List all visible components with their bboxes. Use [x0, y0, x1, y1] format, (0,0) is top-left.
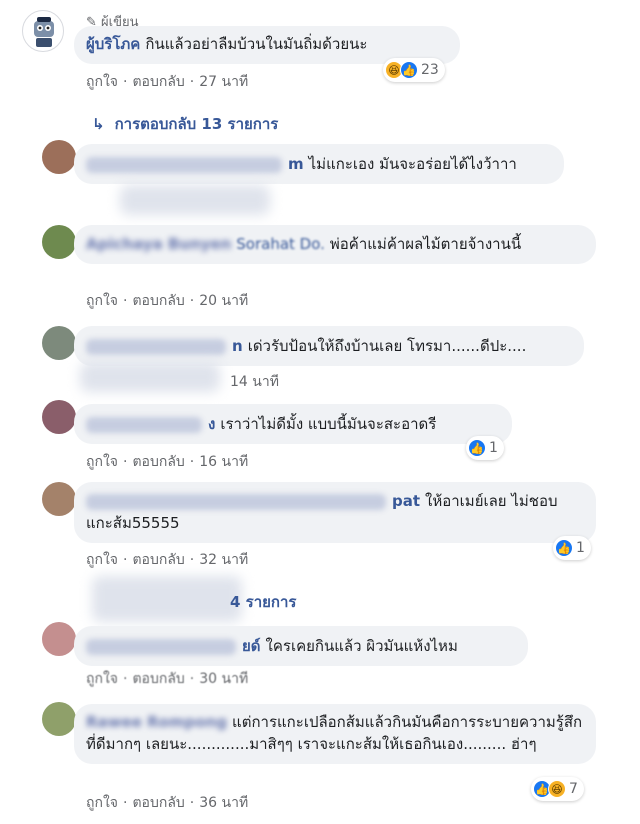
author-redacted [86, 156, 282, 173]
comment-time[interactable]: 14 นาที [230, 374, 279, 390]
reply-link[interactable]: ตอบกลับ [132, 454, 184, 470]
comment-actions: ถูกใจ · ตอบกลับ · 36 นาที [86, 795, 249, 811]
redaction-overlay [80, 362, 220, 392]
reply-link[interactable]: ตอบกลับ [132, 795, 184, 811]
comment-bubble: ง เราว่าไม่ดีมั้ง แบบนี้มันจะสะอาดรี [74, 404, 512, 444]
comment-actions: ถูกใจ · ตอบกลับ · 30 นาที [86, 671, 249, 687]
comment-author[interactable]: ง [208, 415, 215, 433]
comment-time[interactable]: 30 นาที [199, 671, 248, 687]
comment-author[interactable]: ยด์ [242, 637, 261, 655]
like-link[interactable]: ถูกใจ [86, 454, 118, 470]
reaction-count: 1 [489, 440, 498, 456]
redaction-overlay [92, 576, 242, 622]
comment-actions: ถูกใจ · ตอบกลับ · 27 นาที [86, 74, 249, 90]
comment-time[interactable]: 27 นาที [199, 74, 248, 90]
comment-bubble: n เด่วรับป้อนให้ถึงบ้านเลย โทรมา......ดีป… [74, 326, 584, 366]
avatar[interactable] [42, 702, 76, 736]
comment-author[interactable]: m [288, 155, 304, 173]
avatar[interactable] [42, 326, 76, 360]
comment-bubble: Apichaya Bunyen Sorahat Do. พ่อค้าแม่ค้าผล… [74, 225, 596, 264]
comment-time[interactable]: 32 นาที [199, 552, 248, 568]
avatar[interactable] [42, 400, 76, 434]
comment-author[interactable]: Apichaya Bunyen [86, 235, 231, 253]
haha-icon: 😆 [548, 780, 566, 798]
comment-author[interactable]: pat [392, 492, 420, 510]
comment-text: พ่อค้าแม่ค้าผลไม้ตายจ้างานนี้ [329, 235, 522, 253]
comment-time[interactable]: 20 นาที [199, 293, 248, 309]
reaction-summary[interactable]: 👍 😆 7 [531, 777, 584, 801]
reaction-count: 7 [569, 781, 578, 797]
redaction-overlay [120, 185, 270, 215]
view-replies-link[interactable]: ↳ การตอบกลับ 13 รายการ [92, 112, 278, 136]
reaction-summary[interactable]: 👍 1 [553, 536, 591, 560]
comment-actions: 14 นาที [230, 371, 279, 393]
avatar[interactable] [42, 140, 76, 174]
author-redacted [86, 338, 226, 355]
comment-text: ใครเคยกินแล้ว ผิวมันแห้งไหม [265, 637, 458, 655]
reaction-summary[interactable]: 👍 1 [466, 436, 504, 460]
like-link[interactable]: ถูกใจ [86, 671, 118, 687]
comment-author[interactable]: ผู้บริโภค [86, 35, 140, 53]
comment-author[interactable]: n [232, 337, 243, 355]
avatar[interactable] [42, 225, 76, 259]
comment-text: กินแล้วอย่าลืมบ้วนในมันถิ่มด้วยนะ [145, 35, 368, 53]
comment-bubble: ยด์ ใครเคยกินแล้ว ผิวมันแห้งไหม [74, 626, 528, 666]
author-redacted [86, 638, 236, 655]
reaction-summary[interactable]: 😆 👍 23 [383, 58, 445, 82]
comment-author[interactable]: Rawee Rompong [86, 713, 227, 731]
reaction-count: 23 [421, 62, 439, 78]
reply-link[interactable]: ตอบกลับ [132, 74, 184, 90]
comment-top: ✎ ผู้เขียน ผู้บริโภค กินแล้วอย่าลืมบ้วนใน… [0, 0, 640, 100]
like-link[interactable]: ถูกใจ [86, 74, 118, 90]
comment-text: ไม่แกะเอง มันจะอร่อยได้ไงว้าาา [308, 155, 517, 173]
like-link[interactable]: ถูกใจ [86, 795, 118, 811]
like-link[interactable]: ถูกใจ [86, 293, 118, 309]
comment-actions: ถูกใจ · ตอบกลับ · 16 นาที [86, 454, 249, 470]
comment-time[interactable]: 16 นาที [199, 454, 248, 470]
reply-link[interactable]: ตอบกลับ [132, 552, 184, 568]
comment-bubble: m ไม่แกะเอง มันจะอร่อยได้ไงว้าาา [74, 144, 564, 184]
avatar[interactable] [22, 10, 64, 52]
like-icon: 👍 [400, 61, 418, 79]
author-redacted [86, 493, 386, 510]
avatar[interactable] [42, 482, 76, 516]
comment-text: เด่วรับป้อนให้ถึงบ้านเลย โทรมา......ดีปะ… [247, 337, 527, 355]
author-redacted [86, 416, 202, 433]
comment-time[interactable]: 36 นาที [199, 795, 248, 811]
comment-actions: ถูกใจ · ตอบกลับ · 20 นาที [86, 293, 249, 309]
reply-arrow-icon: ↳ [92, 115, 105, 133]
reaction-count: 1 [576, 540, 585, 556]
like-icon: 👍 [555, 539, 573, 557]
comment-text: เราว่าไม่ดีมั้ง แบบนี้มันจะสะอาดรี [220, 415, 437, 433]
comment-bubble: pat ให้อาเมย์เลย ไม่ชอบแกะส้ม55555 [74, 482, 596, 543]
comment-bubble: Rawee Rompong แต่การแกะเปลือกส้มแล้วกินมั… [74, 704, 596, 764]
avatar[interactable] [42, 622, 76, 656]
like-link[interactable]: ถูกใจ [86, 552, 118, 568]
comment-actions: ถูกใจ · ตอบกลับ · 32 นาที [86, 552, 249, 568]
reply-link[interactable]: ตอบกลับ [132, 671, 184, 687]
reply-link[interactable]: ตอบกลับ [132, 293, 184, 309]
mention-link[interactable]: Sorahat Do. [236, 235, 325, 253]
view-replies-link[interactable]: 4 รายการ [230, 590, 297, 614]
like-icon: 👍 [468, 439, 486, 457]
mascot-icon [34, 17, 54, 47]
